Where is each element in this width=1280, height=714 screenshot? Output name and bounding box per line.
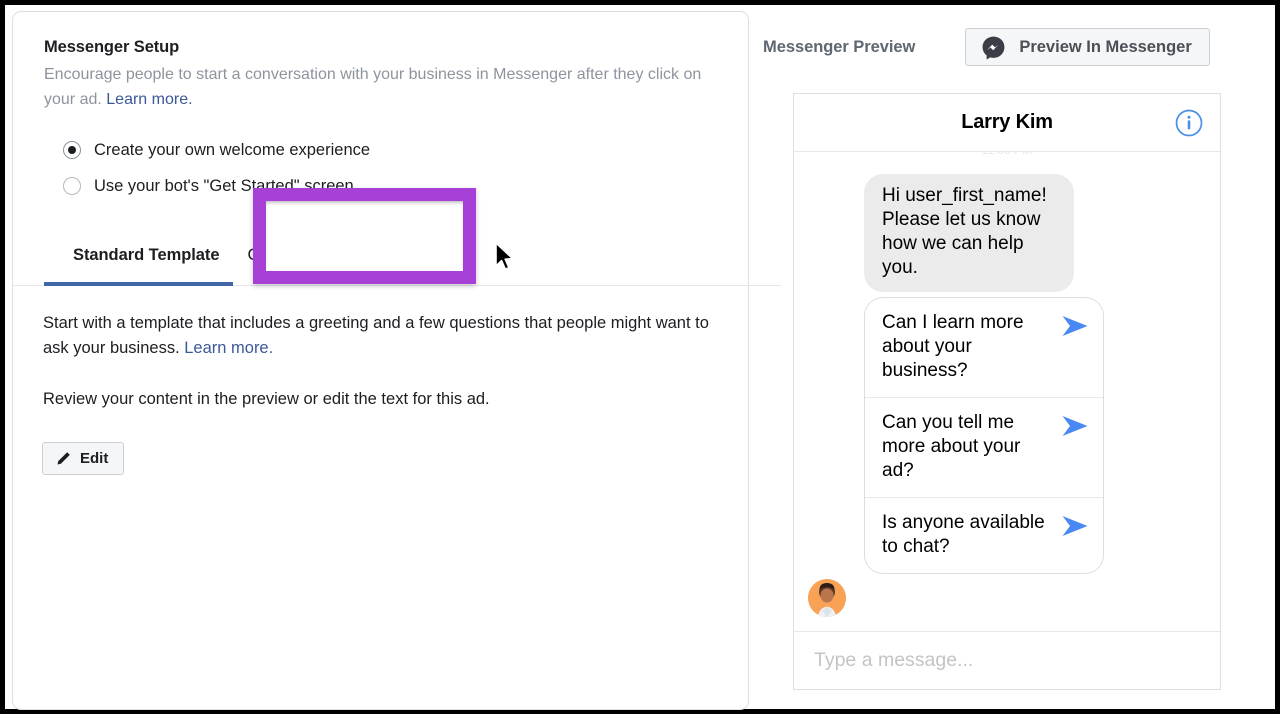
quick-reply-label-1: Can I learn more about your business? xyxy=(882,311,1055,383)
two-pane-layout: Messenger Setup Encourage people to star… xyxy=(5,5,1275,709)
quick-reply-label-2: Can you tell me more about your ad? xyxy=(882,411,1055,483)
preview-button-label: Preview In Messenger xyxy=(1019,38,1191,57)
page-title: Messenger Setup xyxy=(44,36,748,58)
edit-button-label: Edit xyxy=(80,450,108,467)
message-input[interactable] xyxy=(814,649,1188,672)
pencil-icon xyxy=(56,451,71,466)
message-bubble: Hi user_first_name! Please let us know h… xyxy=(864,174,1074,292)
tab-custom-template[interactable]: Custom Template xyxy=(247,226,375,286)
preview-in-messenger-button[interactable]: Preview In Messenger xyxy=(965,28,1209,66)
messenger-icon xyxy=(981,35,1006,60)
quick-reply-item-1[interactable]: Can I learn more about your business? xyxy=(865,298,1103,397)
radio-indicator-unselected[interactable] xyxy=(63,177,81,195)
preview-header: Messenger Preview Preview In Messenger xyxy=(763,27,1275,67)
welcome-experience-radio-group: Create your own welcome experience Use y… xyxy=(44,132,748,204)
preview-title: Messenger Preview xyxy=(763,38,915,57)
send-arrow-icon[interactable] xyxy=(1061,415,1089,437)
learn-more-link-body[interactable]: Learn more. xyxy=(184,339,273,357)
message-row: Hi user_first_name! Please let us know h… xyxy=(806,174,1208,292)
radio-option-create-own[interactable]: Create your own welcome experience xyxy=(44,132,748,168)
avatar-image xyxy=(808,579,846,617)
setup-description: Encourage people to start a conversation… xyxy=(44,62,716,112)
message-input-bar xyxy=(794,631,1220,689)
learn-more-link-top[interactable]: Learn more. xyxy=(106,91,192,108)
messenger-setup-pane: Messenger Setup Encourage people to star… xyxy=(5,5,749,709)
edit-button[interactable]: Edit xyxy=(42,442,124,475)
quick-reply-item-3[interactable]: Is anyone available to chat? xyxy=(865,497,1103,573)
conversation-header: Larry Kim xyxy=(794,94,1220,152)
radio-option-get-started[interactable]: Use your bot's "Get Started" screen xyxy=(44,168,748,204)
info-circle-icon[interactable] xyxy=(1174,108,1204,138)
quick-replies-card: Can I learn more about your business? Ca… xyxy=(864,297,1104,574)
avatar xyxy=(808,579,846,617)
review-content-text: Review your content in the preview or ed… xyxy=(43,387,748,412)
messenger-preview-pane: Messenger Preview Preview In Messenger L… xyxy=(749,5,1275,709)
app-screenshot-frame: Messenger Setup Encourage people to star… xyxy=(0,0,1280,714)
conversation-preview-card: Larry Kim 11:58 PM Hi user_first_name! P… xyxy=(793,93,1221,690)
template-description: Start with a template that includes a gr… xyxy=(43,311,733,361)
send-arrow-icon[interactable] xyxy=(1061,315,1089,337)
messenger-setup-card: Messenger Setup Encourage people to star… xyxy=(12,11,749,710)
tab-standard-template[interactable]: Standard Template xyxy=(73,226,219,286)
setup-description-line1: Encourage people to start a conversation… xyxy=(44,66,572,83)
template-description-text: Start with a template that includes a gr… xyxy=(43,314,709,357)
template-tabs: Standard Template Custom Template xyxy=(44,226,750,286)
conversation-messages: 11:58 PM Hi user_first_name! Please let … xyxy=(794,152,1220,631)
send-arrow-icon[interactable] xyxy=(1061,515,1089,537)
clipped-timestamp: 11:58 PM xyxy=(794,152,1220,156)
radio-indicator-selected[interactable] xyxy=(63,141,81,159)
contact-name: Larry Kim xyxy=(961,111,1053,134)
radio-label-get-started: Use your bot's "Get Started" screen xyxy=(94,176,354,196)
radio-label-create-own: Create your own welcome experience xyxy=(94,140,370,160)
quick-reply-item-2[interactable]: Can you tell me more about your ad? xyxy=(865,397,1103,497)
quick-reply-label-3: Is anyone available to chat? xyxy=(882,511,1055,559)
